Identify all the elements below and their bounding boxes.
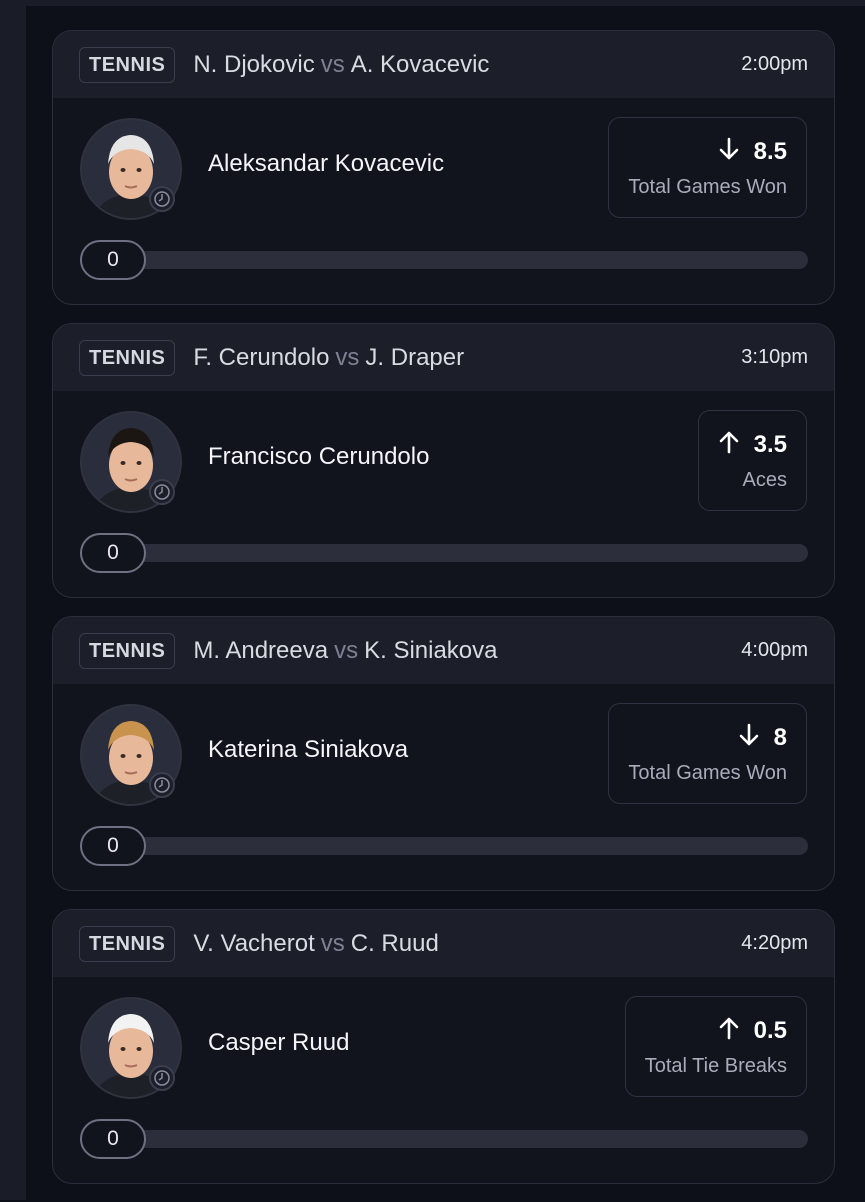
match-time: 4:20pm — [741, 932, 808, 954]
progress-track — [80, 837, 808, 855]
pick-player-name: Katerina Siniakova — [208, 736, 409, 763]
matchup: V. Vacherot vs C. Ruud — [193, 930, 741, 958]
vs-label: vs — [320, 929, 345, 957]
pick-line: 3.5 — [718, 430, 787, 461]
clock-icon — [149, 1065, 175, 1091]
sport-badge: TENNIS — [79, 46, 176, 83]
card-header: TENNIS V. Vacherot vs C. Ruud 4:20pm — [53, 910, 834, 977]
pick-line: 8.5 — [718, 137, 787, 168]
player-b-name: J. Draper — [365, 343, 465, 371]
clock-icon — [149, 186, 175, 212]
progress-track — [80, 251, 808, 269]
vs-label: vs — [320, 50, 345, 78]
matchup: M. Andreeva vs K. Siniakova — [193, 637, 741, 665]
matchup: F. Cerundolo vs J. Draper — [193, 344, 741, 372]
arrow-up-icon — [718, 430, 740, 461]
pick-line: 8 — [738, 723, 787, 754]
sport-badge: TENNIS — [79, 339, 176, 376]
player-a-name: F. Cerundolo — [193, 343, 330, 371]
arrow-up-icon — [718, 1016, 740, 1047]
player-a-name: V. Vacherot — [193, 929, 315, 957]
pick-card[interactable]: TENNIS V. Vacherot vs C. Ruud 4:20pm Cas… — [52, 909, 835, 1184]
top-strip — [26, 0, 865, 6]
line-value: 0.5 — [753, 1017, 787, 1044]
card-body: Katerina Siniakova 8 Total Games Won 0 — [53, 684, 834, 890]
pick-card-list: TENNIS N. Djokovic vs A. Kovacevic 2:00pm — [52, 30, 835, 1202]
sport-badge: TENNIS — [79, 632, 176, 669]
card-header: TENNIS M. Andreeva vs K. Siniakova 4:00pm — [53, 617, 834, 684]
card-header: TENNIS F. Cerundolo vs J. Draper 3:10pm — [53, 324, 834, 391]
progress-track — [80, 1130, 808, 1148]
matchup: N. Djokovic vs A. Kovacevic — [193, 51, 741, 79]
pick-line-box[interactable]: 3.5 Aces — [697, 410, 807, 511]
sport-badge: TENNIS — [79, 925, 176, 962]
player-a-name: M. Andreeva — [193, 636, 329, 664]
pick-card[interactable]: TENNIS N. Djokovic vs A. Kovacevic 2:00pm — [52, 30, 835, 305]
card-body: Aleksandar Kovacevic 8.5 Total Games Won… — [53, 98, 834, 304]
line-value: 8.5 — [753, 138, 787, 165]
player-b-name: C. Ruud — [350, 929, 439, 957]
pick-line-box[interactable]: 0.5 Total Tie Breaks — [624, 996, 807, 1097]
arrow-down-icon — [718, 137, 740, 168]
pick-line-box[interactable]: 8 Total Games Won — [608, 703, 807, 804]
left-rail — [0, 0, 26, 1200]
player-b-name: K. Siniakova — [364, 636, 498, 664]
pick-player-name: Francisco Cerundolo — [208, 443, 430, 470]
pick-player-name: Aleksandar Kovacevic — [208, 150, 445, 177]
stat-label: Aces — [742, 468, 787, 491]
pick-card[interactable]: TENNIS M. Andreeva vs K. Siniakova 4:00pm — [52, 616, 835, 891]
stat-label: Total Games Won — [628, 761, 787, 784]
vs-label: vs — [334, 636, 359, 664]
progress-value: 0 — [80, 240, 146, 280]
progress-track — [80, 544, 808, 562]
vs-label: vs — [335, 343, 360, 371]
match-time: 2:00pm — [741, 53, 808, 75]
card-body: Casper Ruud 0.5 Total Tie Breaks 0 — [53, 977, 834, 1183]
player-b-name: A. Kovacevic — [350, 50, 490, 78]
stat-label: Total Tie Breaks — [644, 1054, 787, 1077]
arrow-down-icon — [738, 723, 760, 754]
line-value: 3.5 — [753, 431, 787, 458]
line-value: 8 — [773, 724, 787, 751]
progress-value: 0 — [80, 1119, 146, 1159]
pick-line: 0.5 — [718, 1016, 787, 1047]
clock-icon — [149, 772, 175, 798]
progress-value: 0 — [80, 533, 146, 573]
player-a-name: N. Djokovic — [193, 50, 315, 78]
progress-value: 0 — [80, 826, 146, 866]
card-body: Francisco Cerundolo 3.5 Aces 0 — [53, 391, 834, 597]
pick-player-name: Casper Ruud — [208, 1029, 350, 1056]
pick-card[interactable]: TENNIS F. CerundolovsJ. Draper 3:10pm — [52, 323, 835, 598]
match-time: 4:00pm — [741, 639, 808, 661]
match-time: 3:10pm — [741, 346, 808, 368]
pick-line-box[interactable]: 8.5 Total Games Won — [608, 117, 807, 218]
stat-label: Total Games Won — [628, 175, 787, 198]
clock-icon — [149, 479, 175, 505]
card-header: TENNIS N. Djokovic vs A. Kovacevic 2:00pm — [53, 31, 834, 98]
